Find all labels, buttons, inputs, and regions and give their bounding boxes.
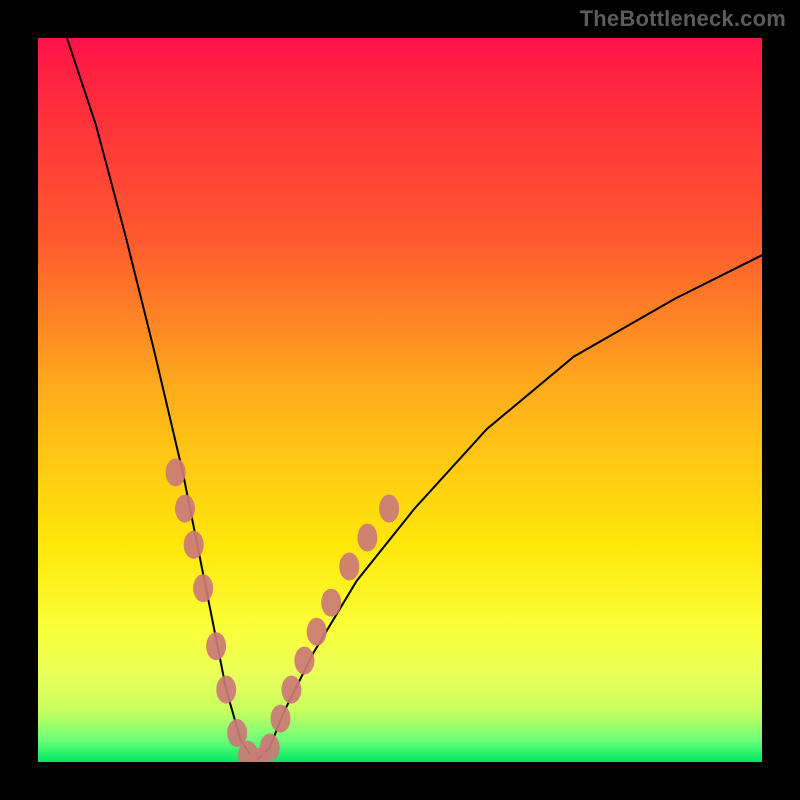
watermark-text: TheBottleneck.com <box>580 6 786 32</box>
curve-marker <box>339 553 359 581</box>
curve-marker <box>193 574 213 602</box>
curve-marker <box>307 618 327 646</box>
curve-marker <box>281 676 301 704</box>
plot-area <box>38 38 762 762</box>
curve-marker <box>166 458 186 486</box>
curve-marker <box>357 524 377 552</box>
curve-marker <box>184 531 204 559</box>
curve-marker <box>321 589 341 617</box>
curve-marker <box>260 734 280 762</box>
chart-frame: TheBottleneck.com <box>0 0 800 800</box>
curve-marker <box>216 676 236 704</box>
curve-marker <box>175 495 195 523</box>
bottleneck-curve <box>38 38 762 762</box>
curve-marker <box>294 647 314 675</box>
curve-marker <box>206 632 226 660</box>
curve-marker <box>271 705 291 733</box>
curve-marker <box>379 495 399 523</box>
